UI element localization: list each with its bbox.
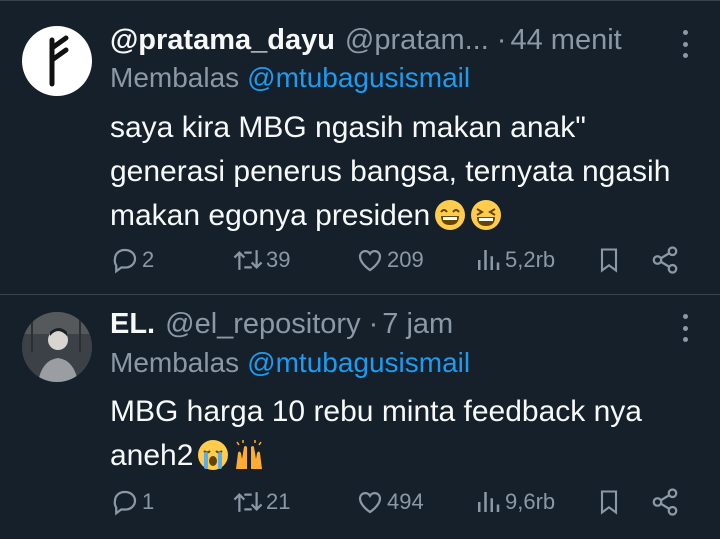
tweet-header: @pratama_dayu @pratam... · 44 menit <box>110 22 622 58</box>
share-icon <box>652 488 678 516</box>
repost-icon <box>233 250 263 270</box>
repost-button[interactable]: 39 <box>232 243 290 277</box>
tweet-text-line: makan egonya presiden <box>110 199 431 232</box>
bookmark-button[interactable] <box>595 243 623 277</box>
analytics-icon <box>478 492 500 512</box>
separator: · <box>496 23 507 56</box>
grinning-squinting-face-icon <box>470 199 502 244</box>
grinning-face-icon <box>434 199 466 244</box>
views-button[interactable]: 5,2rb <box>473 243 555 277</box>
like-button[interactable]: 494 <box>355 485 424 519</box>
reply-count: 2 <box>142 247 155 272</box>
reply-count: 1 <box>142 489 155 514</box>
tweet-text-line: generasi penerus bangsa, ternyata ngasih <box>110 155 671 188</box>
reply-mention-link[interactable]: @mtubagusismail <box>247 347 470 378</box>
tweet-header: EL. @el_repository · 7 jam <box>110 306 453 342</box>
like-count: 209 <box>387 247 424 272</box>
bookmark-icon <box>600 490 618 515</box>
tweet-text-line: aneh2 <box>110 439 194 472</box>
reply-prefix: Membalas <box>110 62 240 93</box>
view-count: 9,6rb <box>505 489 556 514</box>
tweet-actions: 2 39 209 5,2rb <box>110 243 700 277</box>
replying-to: Membalas @mtubagusismail <box>110 62 470 94</box>
like-button[interactable]: 209 <box>355 243 424 277</box>
tweet-text-line-with-emoji: makan egonya presiden <box>110 194 710 244</box>
tweet-text: MBG harga 10 rebu minta feedback nya ane… <box>110 390 710 484</box>
repost-icon <box>233 492 263 512</box>
avatar[interactable] <box>22 312 92 382</box>
repost-count: 21 <box>266 489 291 514</box>
rune-logo-icon <box>49 35 69 87</box>
reply-button[interactable]: 2 <box>110 243 154 277</box>
tweet-text: saya kira MBG ngasih makan anak" generas… <box>110 106 710 244</box>
display-name[interactable]: @pratama_dayu <box>110 24 335 57</box>
tweet-text-line: saya kira MBG ngasih makan anak" <box>110 111 586 144</box>
reply-icon <box>113 248 137 274</box>
heart-icon <box>358 249 382 272</box>
more-options-icon[interactable] <box>678 30 692 58</box>
replying-to: Membalas @mtubagusismail <box>110 347 470 379</box>
share-button[interactable] <box>650 243 680 277</box>
share-button[interactable] <box>650 485 680 519</box>
view-count: 5,2rb <box>505 247 556 272</box>
tweet-text-line: MBG harga 10 rebu minta feedback nya <box>110 395 642 428</box>
analytics-icon <box>478 250 500 270</box>
share-icon <box>652 246 678 274</box>
views-button[interactable]: 9,6rb <box>473 485 555 519</box>
repost-button[interactable]: 21 <box>232 485 290 519</box>
reply-mention-link[interactable]: @mtubagusismail <box>247 62 470 93</box>
user-handle[interactable]: @pratam... <box>345 24 489 57</box>
like-count: 494 <box>387 489 424 514</box>
reply-button[interactable]: 1 <box>110 485 154 519</box>
display-name[interactable]: EL. <box>110 308 155 341</box>
bookmark-button[interactable] <box>595 485 623 519</box>
repost-count: 39 <box>266 247 291 272</box>
raising-hands-icon <box>233 439 265 484</box>
timestamp[interactable]: 7 jam <box>382 308 453 341</box>
avatar[interactable] <box>22 26 92 96</box>
reply-prefix: Membalas <box>110 347 240 378</box>
tweet-reply[interactable]: @pratama_dayu @pratam... · 44 menit Memb… <box>0 0 720 294</box>
tweet-actions: 1 21 494 9,6rb <box>110 485 700 519</box>
profile-photo-icon <box>22 312 92 382</box>
user-handle[interactable]: @el_repository <box>165 308 360 341</box>
tweet-reply[interactable]: EL. @el_repository · 7 jam Membalas @mtub… <box>0 295 720 539</box>
reply-icon <box>113 490 137 516</box>
bookmark-icon <box>600 248 618 273</box>
more-options-icon[interactable] <box>678 314 692 342</box>
tweet-text-line-with-emoji: aneh2 <box>110 434 710 484</box>
heart-icon <box>358 491 382 514</box>
separator: · <box>368 307 379 340</box>
timestamp[interactable]: 44 menit <box>510 24 621 57</box>
loudly-crying-face-icon <box>197 439 229 484</box>
